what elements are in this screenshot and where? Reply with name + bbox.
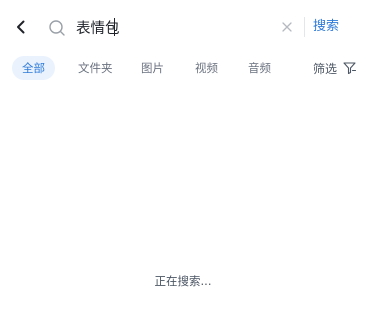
tab-all[interactable]: 全部 bbox=[12, 56, 55, 80]
filter-icon bbox=[343, 62, 357, 74]
search-status-text: 正在搜索... bbox=[154, 274, 212, 288]
search-bar: 搜索 bbox=[0, 0, 366, 54]
search-icon bbox=[49, 20, 65, 36]
clear-search-button[interactable] bbox=[279, 19, 295, 35]
tab-folders[interactable]: 文件夹 bbox=[78, 56, 113, 80]
text-cursor bbox=[114, 18, 115, 36]
filter-button[interactable]: 筛选 bbox=[313, 56, 357, 80]
search-divider bbox=[304, 17, 305, 37]
tab-videos[interactable]: 视频 bbox=[195, 56, 218, 80]
close-icon bbox=[282, 22, 292, 32]
filter-label: 筛选 bbox=[313, 61, 338, 76]
chevron-left-icon bbox=[17, 20, 25, 34]
tab-images[interactable]: 图片 bbox=[141, 56, 164, 80]
search-submit-button[interactable]: 搜索 bbox=[313, 17, 339, 37]
filter-tabs: 全部 文件夹 图片 视频 音频 bbox=[0, 56, 366, 80]
tab-audio[interactable]: 音频 bbox=[248, 56, 271, 80]
back-button[interactable] bbox=[10, 16, 32, 38]
search-input[interactable] bbox=[76, 15, 266, 39]
